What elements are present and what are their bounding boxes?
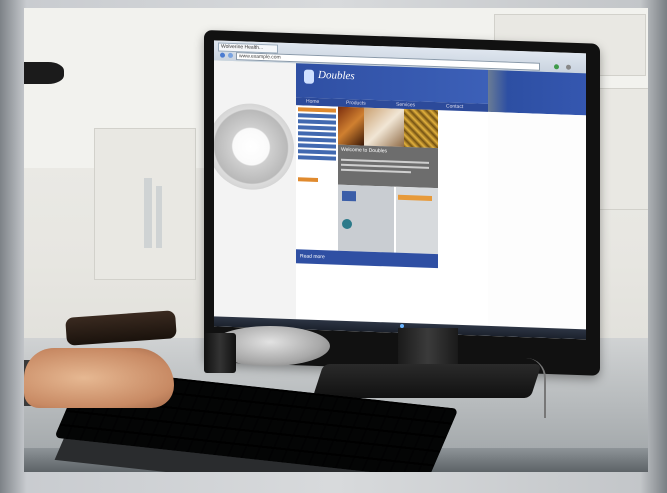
menu-link[interactable] xyxy=(298,149,336,155)
nav-item-contact[interactable]: Contact xyxy=(446,103,463,110)
office-photo: Wolverine Health... www.example.com Doub… xyxy=(24,8,648,472)
highlight-bar xyxy=(398,194,432,201)
pen-cup xyxy=(204,333,236,373)
forward-icon[interactable] xyxy=(228,52,233,59)
menu-link[interactable] xyxy=(298,143,336,149)
content-box xyxy=(338,184,394,253)
header-right-strip xyxy=(488,69,586,116)
nav-item-home[interactable]: Home xyxy=(306,99,319,105)
menu-link[interactable] xyxy=(298,131,336,137)
extension-icon[interactable] xyxy=(554,64,559,70)
menu-link[interactable] xyxy=(298,119,336,125)
text-line xyxy=(341,163,429,169)
menu-link[interactable] xyxy=(298,177,318,182)
cable xyxy=(504,358,546,418)
text-line xyxy=(341,158,429,164)
site-logo[interactable]: Doubles xyxy=(318,69,355,82)
logo-icon xyxy=(304,69,314,84)
hero-image xyxy=(404,108,438,149)
product-icon xyxy=(342,218,352,230)
lamp-clip xyxy=(24,62,64,84)
menu-link[interactable] xyxy=(298,137,336,143)
book xyxy=(144,178,152,248)
menu-icon[interactable] xyxy=(566,64,571,70)
monitor-screen: Wolverine Health... www.example.com Doub… xyxy=(214,40,586,340)
product-icon xyxy=(342,190,356,202)
menu-link[interactable] xyxy=(298,113,336,119)
menu-link[interactable] xyxy=(298,155,336,161)
back-icon[interactable] xyxy=(220,52,225,58)
menu-link[interactable] xyxy=(298,107,336,113)
info-title: Welcome to Doubles xyxy=(341,146,388,155)
nav-item-services[interactable]: Services xyxy=(396,102,415,109)
info-panel: Welcome to Doubles xyxy=(338,144,438,189)
nav-item-products[interactable]: Products xyxy=(346,100,366,107)
hero-image xyxy=(338,106,364,146)
content-box xyxy=(396,186,438,255)
site-menu xyxy=(296,105,338,207)
menu-link[interactable] xyxy=(298,125,336,131)
footer-link[interactable]: Read more xyxy=(300,253,325,260)
hero-image xyxy=(364,107,404,147)
text-line xyxy=(341,168,411,174)
typing-hand xyxy=(24,348,174,408)
site-left-panel xyxy=(214,60,296,320)
page-blank-area xyxy=(488,111,586,330)
book xyxy=(156,186,162,248)
